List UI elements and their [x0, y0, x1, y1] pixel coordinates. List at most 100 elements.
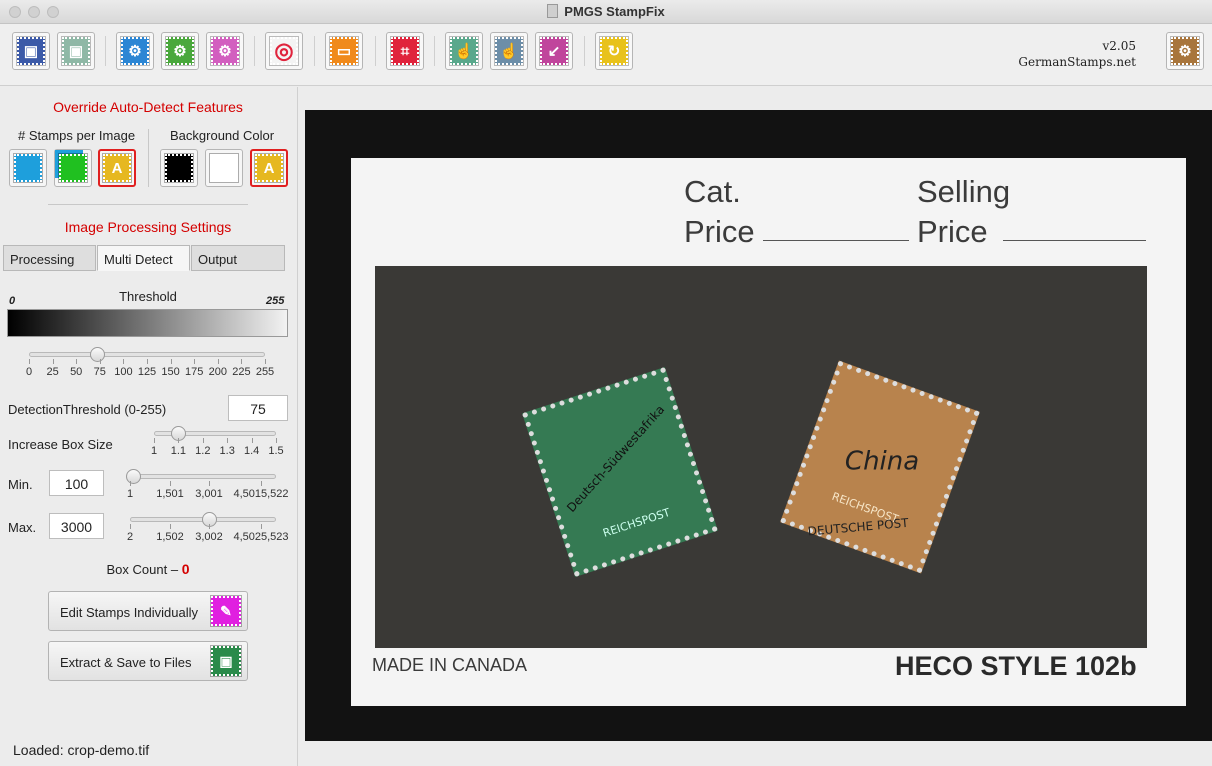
green-stamp[interactable]: Deutsch-Südwestafrika REICHSPOST — [522, 367, 718, 577]
slider-tick — [170, 524, 171, 529]
slider-tick-label: 1.5 — [268, 445, 284, 457]
section-divider — [48, 204, 248, 205]
max-label: Max. — [8, 520, 37, 535]
single-stamp-icon — [13, 153, 43, 183]
min-size-field[interactable]: 100 — [49, 470, 104, 496]
black-bg-button[interactable] — [160, 149, 198, 187]
gear-download-button[interactable]: ⚙ — [161, 32, 199, 70]
save-disabled-button[interactable]: ▣ — [57, 32, 95, 70]
export-button[interactable]: ↙ — [535, 32, 573, 70]
save-disabled-icon: ▣ — [61, 36, 91, 66]
toolbar-separator — [105, 36, 106, 66]
edit-stamps-label: Edit Stamps Individually — [60, 605, 199, 620]
tab-multi-detect[interactable]: Multi Detect — [97, 245, 190, 271]
edit-stamps-button[interactable]: Edit Stamps Individually ✎ — [48, 591, 248, 631]
toolbar-separator — [314, 36, 315, 66]
slider-tick-label: 2 — [126, 531, 134, 543]
slider-tick-label: 100 — [114, 366, 133, 378]
stamp1-overprint: Deutsch-Südwestafrika — [564, 402, 668, 515]
hand-select-button[interactable]: ☝ — [445, 32, 483, 70]
extract-save-button[interactable]: Extract & Save to Files ▣ — [48, 641, 248, 681]
heco-style-label: HECO STYLE 102b — [895, 651, 1137, 681]
gear-reset-button[interactable]: ⚙ — [206, 32, 244, 70]
toolbar-separator — [254, 36, 255, 66]
slider-tick-label: 150 — [161, 366, 180, 378]
brown-stamp[interactable]: China REICHSPOST DEUTSCHE POST — [780, 360, 980, 574]
override-divider — [148, 129, 149, 187]
toolbar-separator — [434, 36, 435, 66]
toolbar: ▣ ▣ ⚙ ⚙ ⚙ ◎ ▭ ⌗ ☝ ☝ ↙ ↻ ⚙ v2.05 GermanStamps.net — [0, 24, 1212, 86]
white-bg-icon — [209, 153, 239, 183]
refresh-button[interactable]: ↻ — [595, 32, 633, 70]
slider-thumb[interactable] — [90, 347, 106, 362]
made-in-canada-label: MADE IN CANADA — [372, 655, 528, 675]
slider-tick — [276, 438, 277, 443]
crop-icon: ⌗ — [390, 36, 420, 66]
slider-tick — [147, 359, 148, 364]
auto-bg-button[interactable]: A — [250, 149, 288, 187]
hand-select-icon: ☝ — [449, 36, 479, 66]
slider-tick — [261, 524, 262, 529]
slider-thumb[interactable] — [125, 469, 141, 484]
slider-tick-label: 175 — [185, 366, 204, 378]
box-count-value: 0 — [181, 561, 190, 577]
toolbar-separator — [375, 36, 376, 66]
document-icon — [547, 4, 559, 18]
crop-button[interactable]: ⌗ — [386, 32, 424, 70]
slider-tick — [52, 359, 54, 364]
settings-icon: ⚙ — [1170, 36, 1200, 66]
stamp1-text: REICHSPOST — [601, 505, 672, 540]
slider-tick-label: 1 — [126, 488, 134, 500]
settings-button[interactable]: ⚙ — [1166, 32, 1204, 70]
auto-stamp-icon: A — [102, 153, 132, 183]
hand-add-button[interactable]: ☝ — [490, 32, 528, 70]
export-icon: ↙ — [539, 36, 569, 66]
monitor-button[interactable]: ▭ — [325, 32, 363, 70]
box-count-label: Box Count – — [106, 562, 179, 577]
slider-tick — [170, 359, 172, 364]
slider-tick-label: 75 — [93, 366, 106, 378]
slider-tick — [130, 524, 131, 529]
window-title-wrap: PMGS StampFix — [0, 4, 1212, 19]
monitor-icon: ▭ — [329, 36, 359, 66]
tab-processing[interactable]: Processing — [3, 245, 96, 271]
gear-upload-button[interactable]: ⚙ — [116, 32, 154, 70]
slider-tick-label: 4,5025,523 — [233, 531, 289, 543]
multi-stamp-button[interactable] — [54, 149, 92, 187]
slider-tick — [261, 481, 262, 486]
target-icon: ◎ — [269, 36, 299, 66]
slider-tick — [209, 524, 210, 529]
max-size-field[interactable]: 3000 — [49, 513, 104, 539]
box-count: Box Count – 0 — [0, 561, 296, 577]
price-label-2: Price — [917, 214, 988, 249]
window-title: PMGS StampFix — [564, 4, 665, 19]
slider-tick-label: 225 — [232, 366, 251, 378]
slider-tick-label: 4,5015,522 — [233, 488, 289, 500]
detection-threshold-field[interactable]: 75 — [228, 395, 288, 421]
white-bg-button[interactable] — [205, 149, 243, 187]
slider-track[interactable] — [29, 352, 265, 357]
auto-stamp-button[interactable]: A — [98, 149, 136, 187]
slider-tick-label: 25 — [46, 366, 59, 378]
threshold-gradient-bar — [7, 309, 288, 337]
slider-tick-label: 1.1 — [170, 445, 187, 457]
cat-price-line — [763, 240, 909, 241]
slider-tick — [76, 359, 78, 364]
slider-tick — [170, 481, 171, 486]
slider-tick-label: 3,001 — [195, 488, 223, 500]
tab-output[interactable]: Output — [191, 245, 285, 271]
image-canvas[interactable]: Cat. Price Selling Price Deutsch-Südwest… — [305, 110, 1212, 741]
slider-tick — [123, 359, 125, 364]
cat-label: Cat. — [684, 174, 741, 209]
background-color-label: Background Color — [170, 128, 275, 143]
single-stamp-button[interactable] — [9, 149, 47, 187]
save-button[interactable]: ▣ — [12, 32, 50, 70]
detection-threshold-label: DetectionThreshold (0-255) — [8, 402, 167, 417]
slider-tick — [241, 359, 243, 364]
slider-tick — [265, 359, 266, 364]
stamp2-overprint: China — [844, 446, 920, 477]
price-label-1: Price — [684, 214, 755, 249]
slider-track[interactable] — [130, 474, 276, 479]
target-button[interactable]: ◎ — [265, 32, 303, 70]
black-bg-icon — [164, 153, 194, 183]
